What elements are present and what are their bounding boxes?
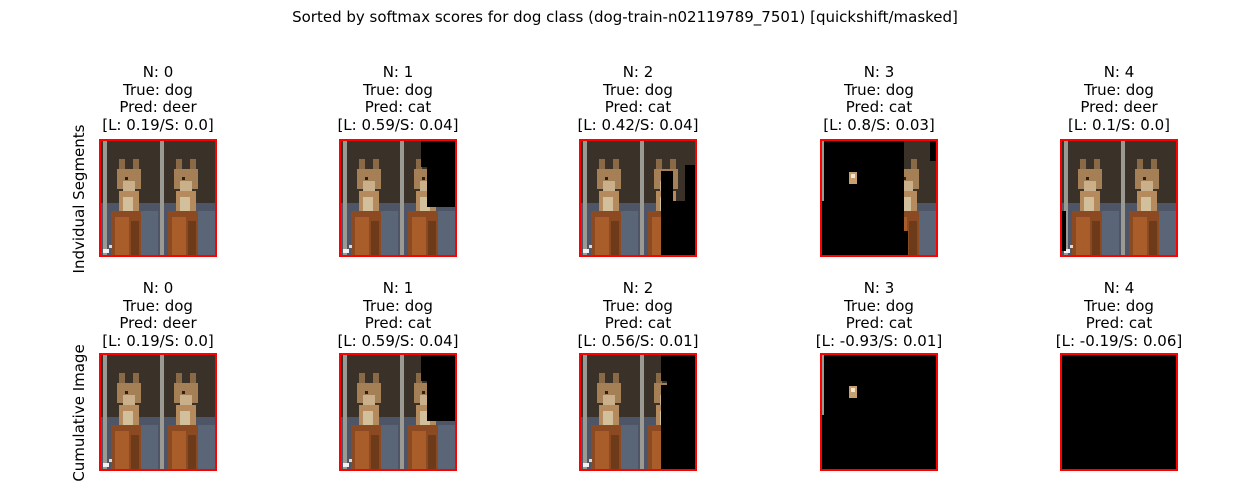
panel-index: N: 1 (382, 279, 414, 297)
row-label-individual-segments: Indvidual Segments (70, 124, 88, 274)
panel-pred-label: Pred: cat (845, 314, 913, 333)
panel-true-label: True: dog (123, 296, 193, 315)
panel-index: N: 2 (622, 279, 654, 297)
panel-score: [L: 0.59/S: 0.04] (337, 115, 459, 134)
segment-mask (822, 355, 936, 469)
panel-true-label: True: dog (1084, 80, 1154, 99)
panel-cumulative-image-0: N: 0 True: dog Pred: deer [L: 0.19/S: 0.0] (38, 279, 278, 350)
panel-score: [L: 0.1/S: 0.0] (1068, 115, 1170, 134)
thumbnail-image (822, 355, 936, 469)
thumbnail-image (101, 141, 215, 255)
thumbnail-cumulative-image-3 (820, 353, 938, 471)
segment-mask (661, 355, 695, 469)
thumbnail-cumulative-image-2 (579, 353, 697, 471)
panel-index: N: 0 (142, 279, 174, 297)
thumbnail-image (341, 141, 455, 255)
panel-individual-segments-3: N: 3 True: dog Pred: cat [L: 0.8/S: 0.03] (759, 63, 999, 134)
panel-pred-label: Pred: cat (364, 98, 432, 117)
thumbnail-cumulative-image-1 (339, 353, 457, 471)
photo-content (1062, 141, 1176, 255)
panel-cumulative-image-1: N: 1 True: dog Pred: cat [L: 0.59/S: 0.04] (278, 279, 518, 350)
panel-individual-segments-0: N: 0 True: dog Pred: deer [L: 0.19/S: 0.0] (38, 63, 278, 134)
panel-true-label: True: dog (603, 80, 673, 99)
panel-score: [L: -0.93/S: 0.01] (815, 331, 943, 350)
panel-pred-label: Pred: cat (364, 314, 432, 333)
panel-cumulative-image-2: N: 2 True: dog Pred: cat [L: 0.56/S: 0.01] (518, 279, 758, 350)
thumbnail-image (1062, 355, 1176, 469)
panel-score: [L: 0.19/S: 0.0] (102, 331, 214, 350)
thumbnail-image (1062, 141, 1176, 255)
panel-index: N: 4 (1103, 279, 1135, 297)
segment-mask (1062, 211, 1066, 251)
panel-pred-label: Pred: deer (1080, 98, 1158, 117)
panel-index: N: 4 (1103, 63, 1135, 81)
panel-score: [L: 0.56/S: 0.01] (577, 331, 699, 350)
panel-cumulative-image-4: N: 4 True: dog Pred: cat [L: -0.19/S: 0.06] (999, 279, 1239, 350)
thumbnail-cumulative-image-0 (99, 353, 217, 471)
thumbnail-individual-segments-4 (1060, 139, 1178, 257)
panel-score: [L: 0.42/S: 0.04] (577, 115, 699, 134)
panel-true-label: True: dog (123, 80, 193, 99)
panel-pred-label: Pred: cat (1085, 314, 1153, 333)
panel-pred-label: Pred: cat (604, 98, 672, 117)
figure-title: Sorted by softmax scores for dog class (… (292, 8, 958, 26)
panel-true-label: True: dog (1084, 296, 1154, 315)
thumbnail-individual-segments-2 (579, 139, 697, 257)
panel-index: N: 1 (382, 63, 414, 81)
panel-index: N: 0 (142, 63, 174, 81)
photo-content (101, 355, 215, 469)
panel-true-label: True: dog (603, 296, 673, 315)
thumbnail-cumulative-image-4 (1060, 353, 1178, 471)
panel-score: [L: 0.59/S: 0.04] (337, 331, 459, 350)
panel-true-label: True: dog (363, 296, 433, 315)
panel-index: N: 2 (622, 63, 654, 81)
panel-individual-segments-1: N: 1 True: dog Pred: cat [L: 0.59/S: 0.04] (278, 63, 518, 134)
thumbnail-image (822, 141, 936, 255)
thumbnail-image (581, 141, 695, 255)
thumbnail-image (101, 355, 215, 469)
panel-score: [L: 0.19/S: 0.0] (102, 115, 214, 134)
panel-pred-label: Pred: cat (845, 98, 913, 117)
panel-score: [L: -0.19/S: 0.06] (1055, 331, 1183, 350)
photo-content (101, 141, 215, 255)
panel-true-label: True: dog (363, 80, 433, 99)
panel-individual-segments-4: N: 4 True: dog Pred: deer [L: 0.1/S: 0.0] (999, 63, 1239, 134)
segment-mask (1062, 355, 1176, 469)
panel-cumulative-image-3: N: 3 True: dog Pred: cat [L: -0.93/S: 0.01] (759, 279, 999, 350)
thumbnail-image (581, 355, 695, 469)
panel-individual-segments-2: N: 2 True: dog Pred: cat [L: 0.42/S: 0.04] (518, 63, 758, 134)
panel-index: N: 3 (863, 279, 895, 297)
panel-score: [L: 0.8/S: 0.03] (823, 115, 935, 134)
panel-pred-label: Pred: cat (604, 314, 672, 333)
thumbnail-individual-segments-0 (99, 139, 217, 257)
panel-true-label: True: dog (844, 296, 914, 315)
panel-true-label: True: dog (844, 80, 914, 99)
thumbnail-individual-segments-1 (339, 139, 457, 257)
thumbnail-individual-segments-3 (820, 139, 938, 257)
panel-index: N: 3 (863, 63, 895, 81)
panel-pred-label: Pred: deer (119, 314, 197, 333)
row-label-cumulative-image: Cumulative Image (70, 344, 88, 482)
thumbnail-image (341, 355, 455, 469)
panel-pred-label: Pred: deer (119, 98, 197, 117)
